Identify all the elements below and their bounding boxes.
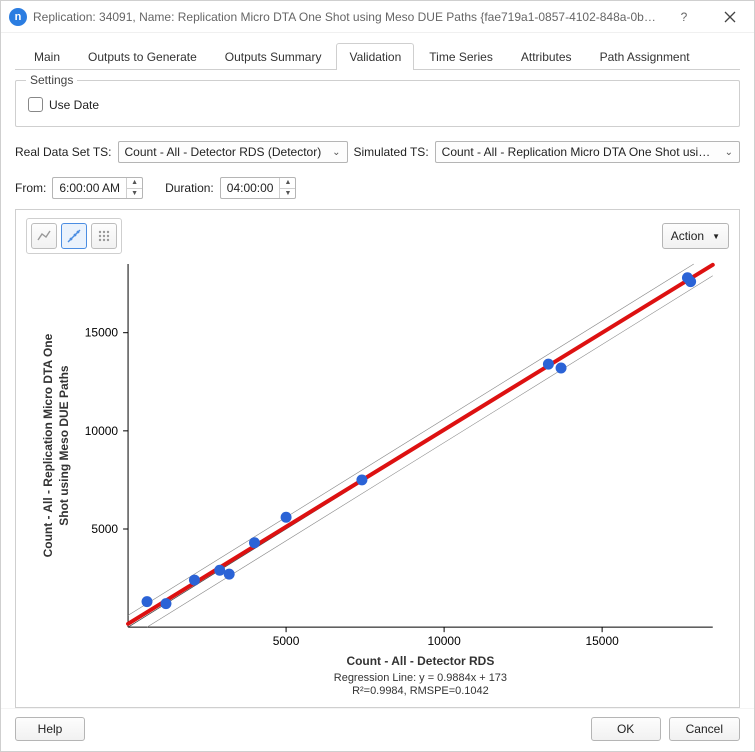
tab-attributes[interactable]: Attributes bbox=[508, 43, 585, 70]
titlebar: n Replication: 34091, Name: Replication … bbox=[1, 1, 754, 33]
svg-text:5000: 5000 bbox=[91, 522, 118, 536]
tab-time-series[interactable]: Time Series bbox=[416, 43, 506, 70]
caret-down-icon: ▼ bbox=[712, 232, 720, 241]
tab-bar: Main Outputs to Generate Outputs Summary… bbox=[15, 43, 740, 70]
tab-validation[interactable]: Validation bbox=[336, 43, 414, 70]
help-button[interactable]: Help bbox=[15, 717, 85, 741]
svg-text:R²=0.9984, RMSPE=0.1042: R²=0.9984, RMSPE=0.1042 bbox=[352, 685, 489, 697]
sim-ts-label: Simulated TS: bbox=[354, 145, 429, 159]
window-title: Replication: 34091, Name: Replication Mi… bbox=[33, 10, 658, 24]
scatter-chart-icon[interactable] bbox=[61, 223, 87, 249]
tab-outputs-summary[interactable]: Outputs Summary bbox=[212, 43, 335, 70]
spinner-up-icon[interactable]: ▲ bbox=[127, 178, 142, 189]
svg-text:15000: 15000 bbox=[85, 326, 119, 340]
action-label: Action bbox=[671, 229, 704, 243]
ok-button[interactable]: OK bbox=[591, 717, 661, 741]
scatter-plot: 5000 10000 15000 5000 10000 15000 Count - All … bbox=[26, 254, 729, 703]
duration-label: Duration: bbox=[165, 181, 214, 195]
svg-text:Count - All - Detector RDS: Count - All - Detector RDS bbox=[346, 654, 494, 668]
spinner-down-icon[interactable]: ▼ bbox=[127, 189, 142, 199]
real-ts-select[interactable]: Count - All - Detector RDS (Detector) ⌄ bbox=[118, 141, 348, 163]
chevron-down-icon: ⌄ bbox=[330, 147, 342, 158]
from-time-value: 6:00:00 AM bbox=[53, 178, 126, 198]
svg-text:Count - All - Replication Micr: Count - All - Replication Micro DTA OneS… bbox=[41, 333, 71, 557]
chevron-down-icon: ⌄ bbox=[723, 147, 735, 158]
duration-spinner[interactable]: 04:00:00 ▲▼ bbox=[220, 177, 297, 199]
line-chart-icon[interactable] bbox=[31, 223, 57, 249]
real-ts-label: Real Data Set TS: bbox=[15, 145, 112, 159]
action-button[interactable]: Action ▼ bbox=[662, 223, 729, 249]
app-icon: n bbox=[9, 8, 27, 26]
help-titlebar-button[interactable]: ? bbox=[664, 3, 704, 31]
close-icon bbox=[724, 11, 736, 23]
sim-ts-select[interactable]: Count - All - Replication Micro DTA One … bbox=[435, 141, 740, 163]
from-time-spinner[interactable]: 6:00:00 AM ▲▼ bbox=[52, 177, 143, 199]
real-ts-value: Count - All - Detector RDS (Detector) bbox=[125, 145, 325, 159]
close-button[interactable] bbox=[710, 3, 750, 31]
chart-panel: Action ▼ 5000 10000 15000 5000 10000 15000 Cou… bbox=[15, 209, 740, 708]
settings-group: Settings Use Date bbox=[15, 80, 740, 127]
cancel-button[interactable]: Cancel bbox=[669, 717, 740, 741]
svg-text:Regression Line: y = 0.9884x +: Regression Line: y = 0.9884x + 173 bbox=[334, 672, 507, 684]
grid-chart-icon[interactable] bbox=[91, 223, 117, 249]
spinner-up-icon[interactable]: ▲ bbox=[280, 178, 295, 189]
spinner-down-icon[interactable]: ▼ bbox=[280, 189, 295, 199]
svg-text:5000: 5000 bbox=[273, 634, 300, 648]
use-date-checkbox[interactable] bbox=[28, 97, 43, 112]
svg-text:10000: 10000 bbox=[85, 424, 119, 438]
chart-mode-group bbox=[26, 218, 122, 254]
from-label: From: bbox=[15, 181, 46, 195]
svg-text:10000: 10000 bbox=[427, 634, 461, 648]
tab-path-assignment[interactable]: Path Assignment bbox=[587, 43, 703, 70]
tab-outputs-to-generate[interactable]: Outputs to Generate bbox=[75, 43, 210, 70]
duration-value: 04:00:00 bbox=[221, 178, 280, 198]
sim-ts-value: Count - All - Replication Micro DTA One … bbox=[442, 145, 717, 159]
use-date-label: Use Date bbox=[49, 98, 99, 112]
svg-text:15000: 15000 bbox=[585, 634, 619, 648]
settings-legend: Settings bbox=[26, 73, 77, 87]
tab-main[interactable]: Main bbox=[21, 43, 73, 70]
